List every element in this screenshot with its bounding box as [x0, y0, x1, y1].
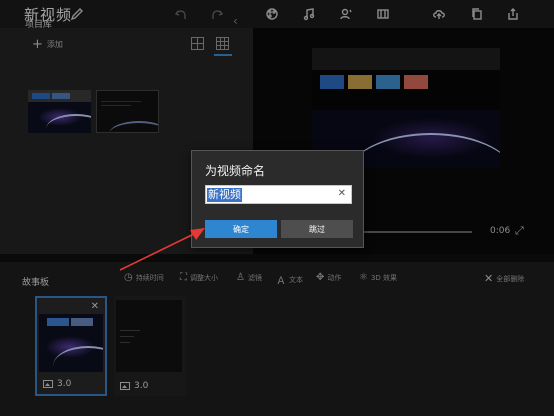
rename-video-dialog: 为视频命名 新视频 ✕ 确定 跳过	[191, 150, 364, 248]
dialog-title: 为视频命名	[205, 164, 266, 178]
confirm-button[interactable]: 确定	[205, 220, 277, 238]
clear-input-icon[interactable]: ✕	[338, 188, 346, 199]
skip-button[interactable]: 跳过	[281, 220, 353, 238]
video-name-input[interactable]: 新视频 ✕	[205, 185, 352, 204]
video-name-value[interactable]: 新视频	[207, 188, 242, 202]
